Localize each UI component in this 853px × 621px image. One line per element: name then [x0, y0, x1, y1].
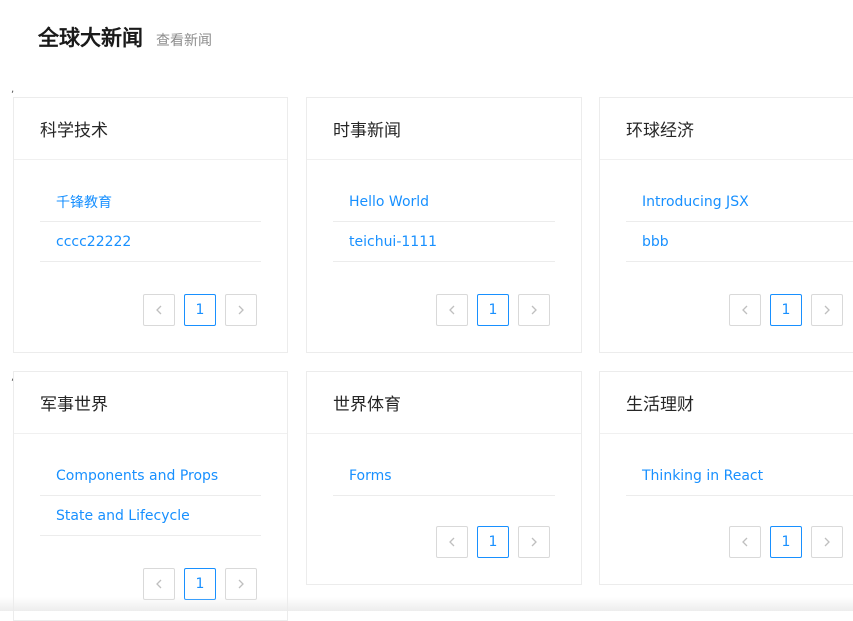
news-list: Components and Props State and Lifecycle	[40, 456, 261, 536]
page-subtitle: 查看新闻	[156, 33, 212, 49]
news-item-link[interactable]: bbb	[626, 222, 853, 262]
news-card-sports: 世界体育 Forms 1	[306, 371, 582, 585]
news-item-link[interactable]: Introducing JSX	[626, 182, 853, 222]
news-card-current-affairs: 时事新闻 Hello World teichui-1111 1	[306, 97, 582, 353]
prev-page-button[interactable]	[143, 294, 175, 326]
chevron-left-icon	[742, 305, 748, 315]
next-page-button[interactable]	[518, 294, 550, 326]
pagination: 1	[436, 294, 550, 326]
prev-page-button[interactable]	[729, 294, 761, 326]
next-page-button[interactable]	[811, 294, 843, 326]
news-item-link[interactable]: 千锋教育	[40, 182, 261, 222]
chevron-left-icon	[449, 305, 455, 315]
page-number-button[interactable]: 1	[477, 526, 509, 558]
next-page-button[interactable]	[225, 568, 257, 600]
prev-page-button[interactable]	[436, 294, 468, 326]
news-item-link[interactable]: teichui-1111	[333, 222, 555, 262]
next-page-button[interactable]	[811, 526, 843, 558]
page-number-button[interactable]: 1	[184, 294, 216, 326]
next-page-button[interactable]	[518, 526, 550, 558]
next-page-button[interactable]	[225, 294, 257, 326]
news-list: Introducing JSX bbb	[626, 182, 853, 262]
news-item-link[interactable]: Forms	[333, 456, 555, 496]
card-title: 环球经济	[600, 98, 853, 160]
chevron-left-icon	[742, 537, 748, 547]
page-number-button[interactable]: 1	[770, 294, 802, 326]
pagination: 1	[143, 568, 257, 600]
card-title: 军事世界	[14, 372, 287, 434]
news-list: Thinking in React	[626, 456, 853, 496]
page-number-button[interactable]: 1	[184, 568, 216, 600]
pagination: 1	[729, 294, 843, 326]
news-list: 千锋教育 cccc22222	[40, 182, 261, 262]
prev-page-button[interactable]	[729, 526, 761, 558]
bottom-fade	[0, 597, 853, 611]
news-card-military: 军事世界 Components and Props State and Life…	[13, 371, 288, 621]
news-card-finance: 生活理财 Thinking in React 1	[599, 371, 853, 585]
news-item-link[interactable]: State and Lifecycle	[40, 496, 261, 536]
news-card-economy: 环球经济 Introducing JSX bbb 1	[599, 97, 853, 353]
news-item-link[interactable]: Components and Props	[40, 456, 261, 496]
card-title: 时事新闻	[307, 98, 581, 160]
news-list: Forms	[333, 456, 555, 496]
chevron-right-icon	[238, 579, 244, 589]
chevron-right-icon	[824, 537, 830, 547]
prev-page-button[interactable]	[436, 526, 468, 558]
news-card-science: 科学技术 千锋教育 cccc22222 1	[13, 97, 288, 353]
chevron-left-icon	[156, 305, 162, 315]
edge-mark-top: ,	[11, 84, 15, 95]
chevron-left-icon	[449, 537, 455, 547]
chevron-right-icon	[531, 537, 537, 547]
pagination: 1	[436, 526, 550, 558]
news-item-link[interactable]: Hello World	[333, 182, 555, 222]
card-title: 世界体育	[307, 372, 581, 434]
news-item-link[interactable]: Thinking in React	[626, 456, 853, 496]
pagination: 1	[143, 294, 257, 326]
card-title: 生活理财	[600, 372, 853, 434]
page-title: 全球大新闻	[38, 26, 143, 50]
page-number-button[interactable]: 1	[477, 294, 509, 326]
chevron-right-icon	[824, 305, 830, 315]
prev-page-button[interactable]	[143, 568, 175, 600]
page-number-button[interactable]: 1	[770, 526, 802, 558]
chevron-right-icon	[531, 305, 537, 315]
pagination: 1	[729, 526, 843, 558]
chevron-left-icon	[156, 579, 162, 589]
news-item-link[interactable]: cccc22222	[40, 222, 261, 262]
page-header: 全球大新闻 查看新闻	[38, 22, 212, 52]
card-title: 科学技术	[14, 98, 287, 160]
news-list: Hello World teichui-1111	[333, 182, 555, 262]
chevron-right-icon	[238, 305, 244, 315]
